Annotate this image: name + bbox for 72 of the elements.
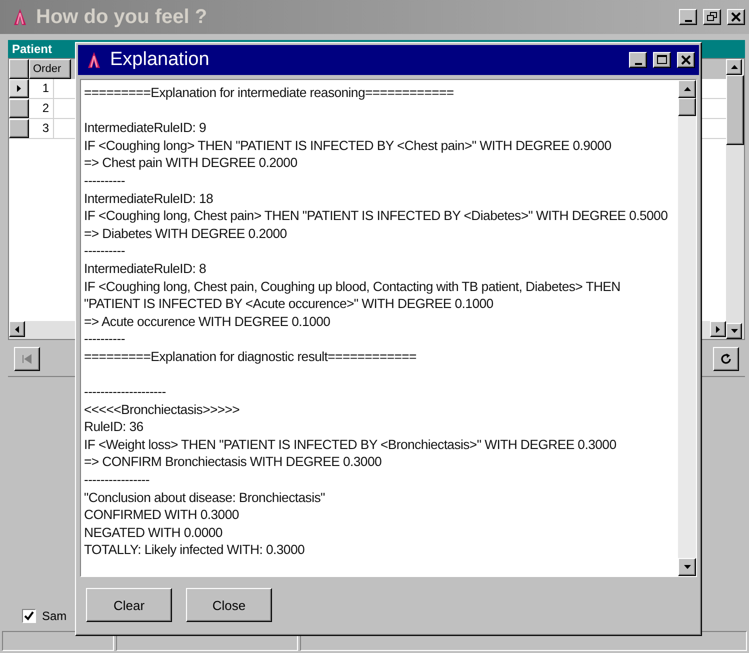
explanation-line: TOTALLY: Likely infected WITH: 0.3000 [84, 541, 305, 560]
explanation-line: =========Explanation for intermediate reasoning============ [84, 84, 454, 102]
explanation-line: ---------- [84, 330, 125, 348]
explanation-line: NEGATED WITH 0.0000 [84, 524, 222, 542]
dialog-button[interactable]: Clear [86, 588, 172, 622]
table-cell: 1 [29, 79, 54, 98]
refresh-icon [720, 353, 732, 365]
minimize-icon [684, 20, 692, 22]
refresh-button[interactable] [713, 347, 739, 371]
restore-button[interactable] [703, 9, 721, 25]
scroll-thumb[interactable] [726, 75, 744, 145]
left-arrow-icon [14, 324, 20, 334]
maximize-button[interactable] [653, 52, 671, 68]
explanation-line: => CONFIRM Bronchiectasis WITH DEGREE 0.3000 [84, 453, 382, 472]
close-icon [729, 11, 743, 23]
close-icon [679, 54, 693, 66]
scroll-down-button[interactable] [678, 558, 696, 576]
explanation-line: CONFIRMED WITH 0.3000 [84, 506, 239, 524]
explanation-line: IF <Coughing long, Chest pain, Coughing up blood, Contacting with TB patient, Diabetes> THEN [84, 278, 620, 296]
scroll-right-button[interactable] [710, 321, 726, 337]
explanation-line: IF <Coughing long, Chest pain> THEN "PATIENT IS INFECTED BY <Diabetes>" WITH DEGREE 0.5000 [84, 207, 668, 225]
check-icon [24, 611, 34, 621]
explanation-line: IF <Coughing long> THEN "PATIENT IS INFECTED BY <Chest pain>" WITH DEGREE 0.9000 [84, 136, 612, 154]
row-indicator[interactable] [9, 99, 29, 118]
panel-title: Patient [12, 42, 52, 56]
right-arrow-icon [715, 324, 721, 334]
explanation-line: <<<<<Bronchiectasis>>>>> [84, 400, 240, 418]
dialog-title: Explanation [110, 49, 210, 71]
down-arrow-icon [730, 328, 738, 334]
scroll-up-button[interactable] [678, 80, 696, 98]
explanation-line: IntermediateRuleID: 9 [84, 119, 206, 137]
explanation-line: ---------------- [84, 471, 150, 489]
scroll-down-button[interactable] [726, 323, 742, 339]
explanation-line: RuleID: 36 [84, 418, 144, 436]
up-arrow-icon [682, 86, 692, 92]
explanation-line: -------------------- [84, 383, 166, 401]
first-record-button[interactable] [14, 347, 40, 371]
current-row-icon [16, 84, 22, 93]
column-header[interactable]: Order [29, 59, 71, 79]
minimize-button[interactable] [679, 9, 697, 25]
checkbox-label: Sam [42, 609, 67, 623]
explanation-line: IntermediateRuleID: 8 [84, 260, 206, 278]
down-arrow-icon [682, 564, 692, 570]
scroll-thumb[interactable] [678, 98, 696, 116]
explanation-line: ---------- [84, 242, 125, 260]
up-arrow-icon [730, 64, 738, 70]
explanation-line: => Chest pain WITH DEGREE 0.2000 [84, 154, 298, 172]
table-cell: 2 [29, 99, 54, 118]
first-record-icon [22, 354, 32, 364]
scroll-left-button[interactable] [9, 321, 25, 337]
explanation-line: IntermediateRuleID: 18 [84, 190, 214, 208]
explanation-line: =========Explanation for diagnostic result============ [84, 348, 416, 366]
restore-icon [705, 11, 719, 23]
explanation-line: IF <Weight loss> THEN "PATIENT IS INFECTED BY <Bronchiectasis>" WITH DEGREE 0.3000 [84, 436, 616, 454]
minimize-icon [634, 62, 642, 64]
minimize-button[interactable] [629, 52, 647, 68]
dialog-button[interactable]: Close [186, 588, 272, 622]
scroll-up-button[interactable] [726, 59, 742, 75]
explanation-line: "PATIENT IS INFECTED BY <Acute occurence>" WITH DEGREE 0.1000 [84, 295, 494, 313]
close-button[interactable] [727, 9, 745, 25]
explanation-line: => Diabetes WITH DEGREE 0.2000 [84, 224, 287, 242]
explanation-line: "Conclusion about disease: Bronchiectasis" [84, 488, 325, 506]
close-button[interactable] [677, 52, 695, 68]
row-indicator[interactable] [9, 119, 29, 138]
maximize-icon [655, 54, 669, 66]
checkbox[interactable] [22, 609, 36, 623]
text-area[interactable] [80, 79, 697, 577]
table-cell: 3 [29, 119, 54, 138]
explanation-line: ---------- [84, 172, 125, 190]
window-title: How do you feel ? [36, 6, 208, 28]
explanation-line: => Acute occurence WITH DEGREE 0.1000 [84, 312, 330, 330]
row-indicator[interactable] [9, 79, 29, 98]
